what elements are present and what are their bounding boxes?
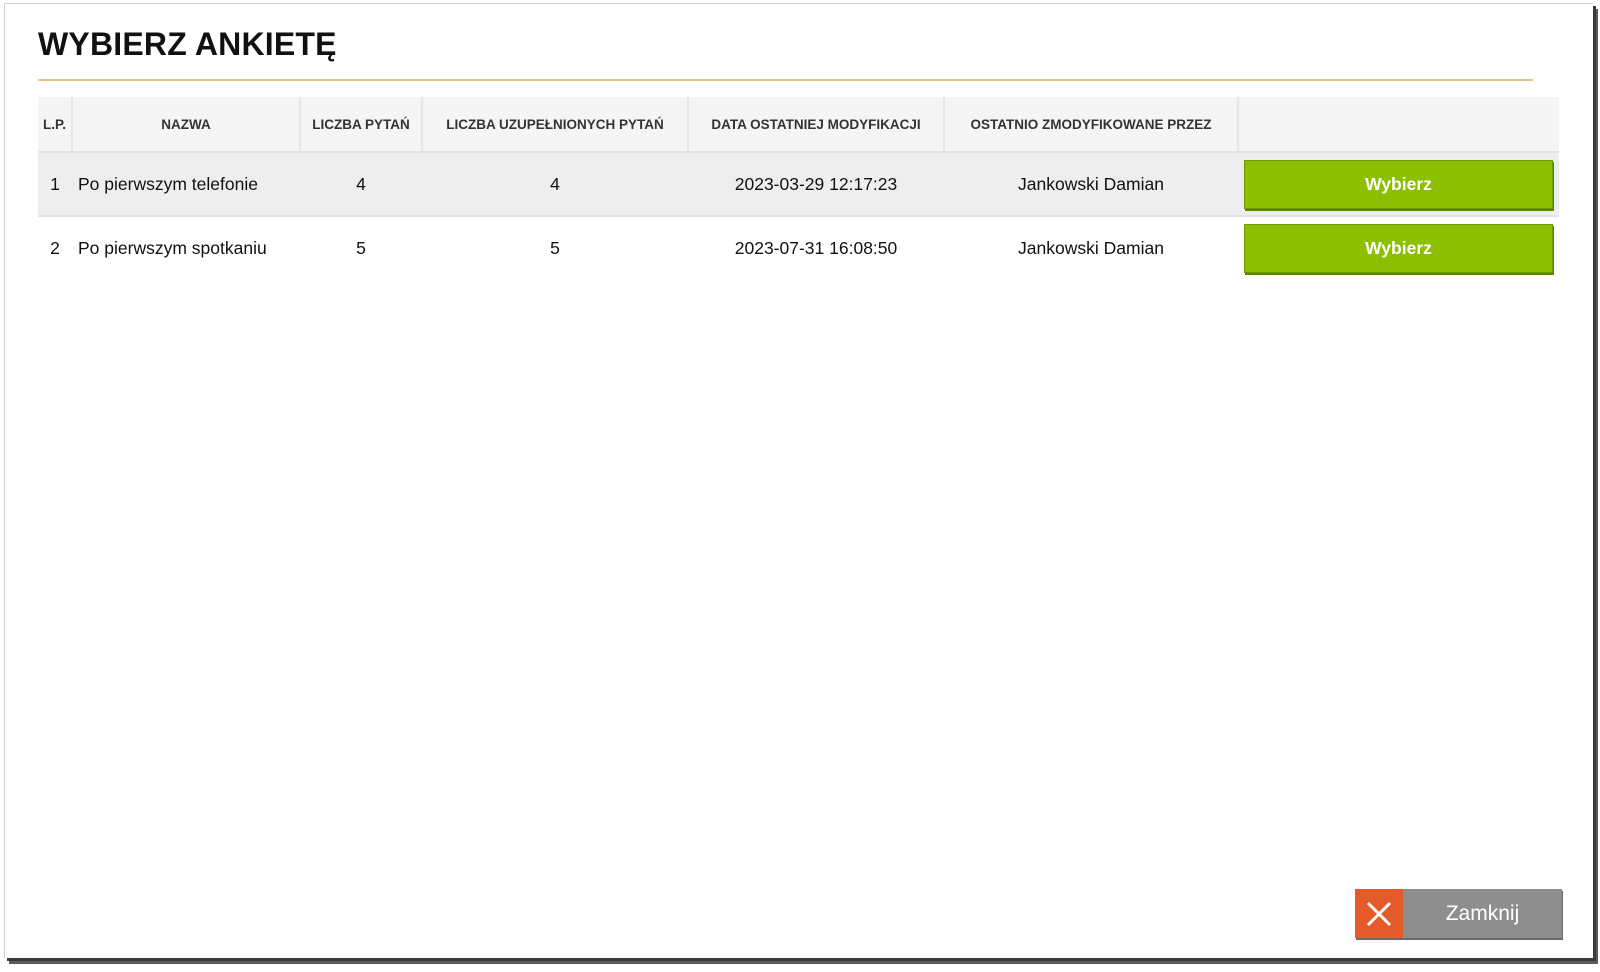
table-header-row: L.P. NAZWA LICZBA PYTAŃ LICZBA UZUPEŁNIO… — [38, 97, 1559, 153]
header-lp: L.P. — [38, 97, 73, 153]
cell-questions: 4 — [300, 152, 422, 217]
cell-modified-by: Jankowski Damian — [944, 216, 1238, 279]
cell-action: Wybierz — [1238, 216, 1559, 279]
header-name: NAZWA — [72, 97, 301, 153]
select-survey-button[interactable]: Wybierz — [1244, 159, 1553, 209]
cell-questions: 5 — [300, 216, 422, 279]
cell-modified: 2023-07-31 16:08:50 — [688, 216, 944, 279]
header-action — [1238, 97, 1559, 153]
cell-name: Po pierwszym spotkaniu — [72, 216, 300, 279]
survey-select-modal: WYBIERZ ANKIETĘ L.P. NAZWA LICZBA PYTAŃ … — [4, 3, 1593, 958]
survey-table: L.P. NAZWA LICZBA PYTAŃ LICZBA UZUPEŁNIO… — [38, 97, 1559, 279]
cell-filled: 5 — [422, 216, 688, 279]
table-row: 2 Po pierwszym spotkaniu 5 5 2023-07-31 … — [38, 216, 1559, 279]
header-questions: LICZBA PYTAŃ — [300, 97, 423, 153]
cell-lp: 2 — [38, 216, 72, 279]
close-button-label[interactable]: Zamknij — [1403, 889, 1562, 938]
cell-name: Po pierwszym telefonie — [72, 152, 300, 217]
cell-modified-by: Jankowski Damian — [944, 152, 1238, 217]
modal-title: WYBIERZ ANKIETĘ — [38, 26, 337, 62]
select-survey-button[interactable]: Wybierz — [1244, 223, 1553, 273]
header-modified-by: OSTATNIO ZMODYFIKOWANE PRZEZ — [944, 97, 1239, 153]
header-filled-questions: LICZBA UZUPEŁNIONYCH PYTAŃ — [422, 97, 689, 153]
title-divider — [38, 79, 1533, 81]
cell-action: Wybierz — [1238, 152, 1559, 217]
cell-filled: 4 — [422, 152, 688, 217]
close-icon[interactable] — [1355, 889, 1403, 938]
cell-modified: 2023-03-29 12:17:23 — [688, 152, 944, 217]
table-row: 1 Po pierwszym telefonie 4 4 2023-03-29 … — [38, 152, 1559, 217]
close-button[interactable]: Zamknij — [1355, 889, 1562, 938]
header-last-modified: DATA OSTATNIEJ MODYFIKACJI — [688, 97, 945, 153]
cell-lp: 1 — [38, 152, 72, 217]
